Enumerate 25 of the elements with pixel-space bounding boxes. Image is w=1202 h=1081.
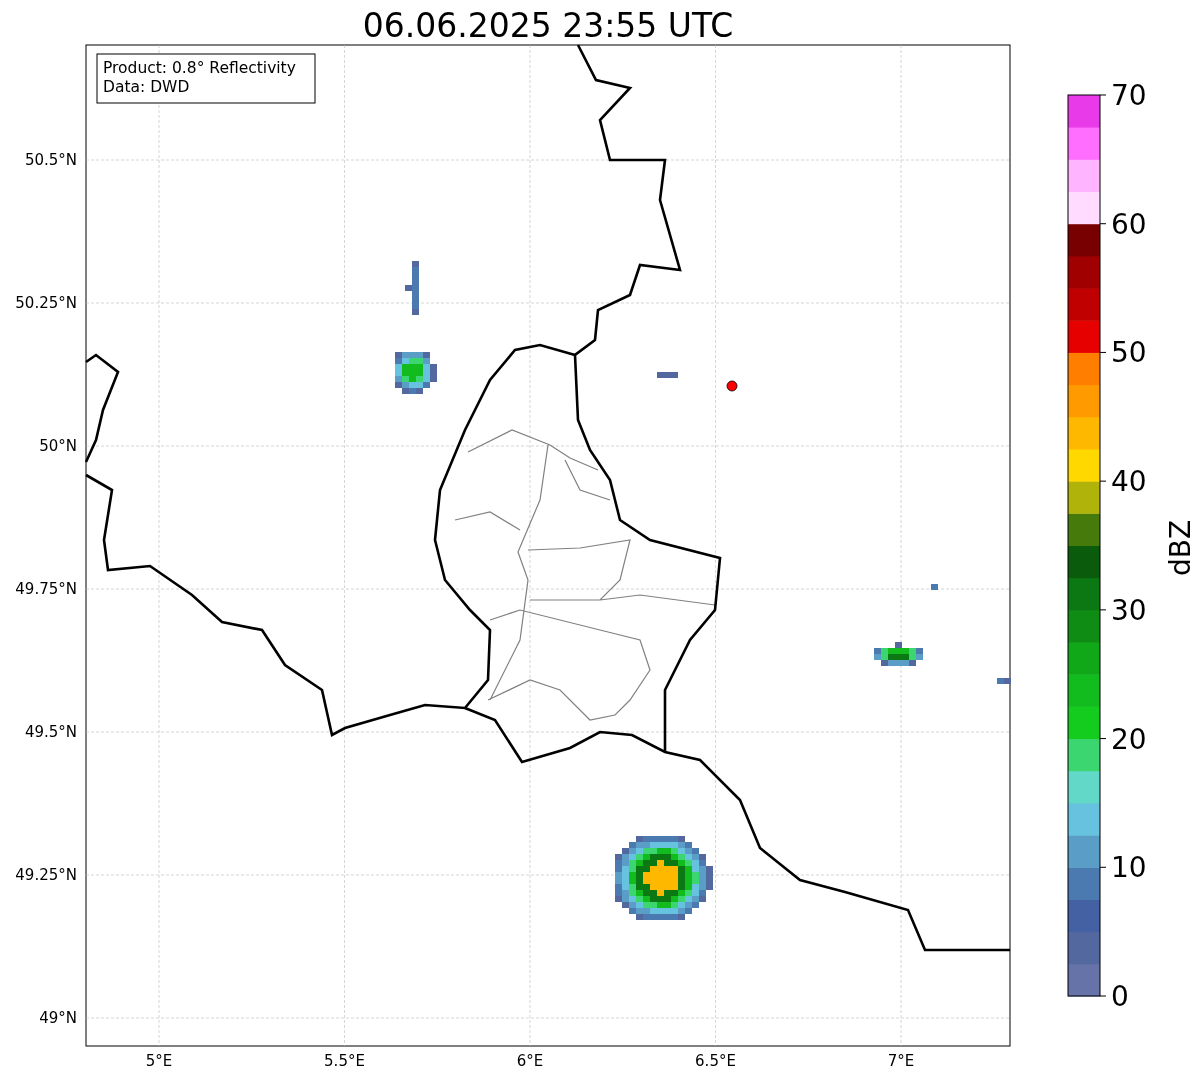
radar-site-marker [726,380,738,392]
latitude-label: 49.5°N [24,723,77,741]
longitude-label: 7°E [887,1052,915,1070]
longitude-label: 5°E [145,1052,173,1070]
colorbar-tick-label: 10 [1111,851,1147,885]
colorbar-tick-label: 70 [1111,79,1147,112]
latitude-label: 49.75°N [15,580,77,598]
chart-title: 06.06.2025 23:55 UTC [362,6,734,45]
colorbar-tick-label: 60 [1111,207,1147,241]
latitude-label: 50.25°N [15,294,77,312]
colorbar-tick-label: 40 [1111,465,1147,499]
longitude-label: 5.5°E [324,1052,365,1070]
longitude-label: 6.5°E [695,1052,736,1070]
colorbar-tick-label: 0 [1111,980,1129,1013]
info-text: Data: DWD [103,78,190,96]
colorbar-label: dBZ [1164,519,1197,577]
colorbar-tick-label: 20 [1111,722,1147,756]
info-text: Product: 0.8° Reflectivity [103,59,296,77]
colorbar-tick-label: 30 [1111,593,1147,627]
colorbar-tick-label: 50 [1111,336,1147,370]
longitude-label: 6°E [516,1052,544,1070]
latitude-label: 50.5°N [24,151,77,169]
latitude-label: 49.25°N [15,866,77,884]
latitude-label: 50°N [39,437,77,455]
latitude-label: 49°N [39,1009,77,1027]
